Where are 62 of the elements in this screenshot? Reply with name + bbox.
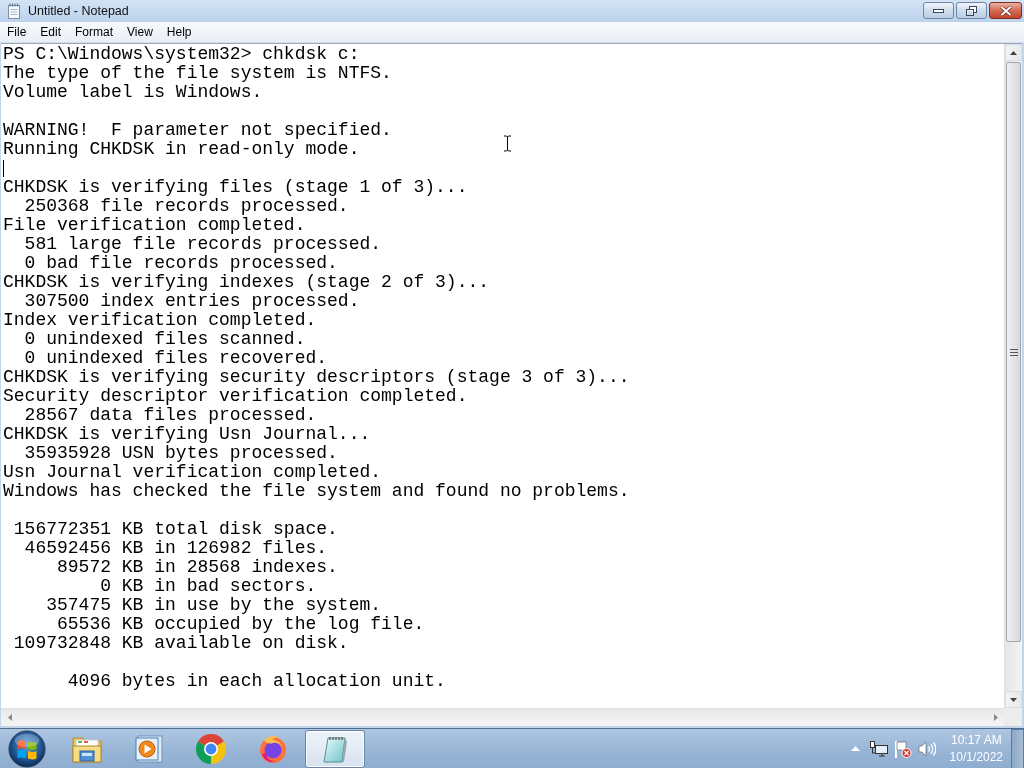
close-icon (999, 5, 1012, 16)
text-line: 65536 KB occupied by the log file. (56, 614, 425, 634)
speaker-icon[interactable] (917, 740, 936, 757)
text-line: CHKDSK is verifying indexes (stage 2 of 3)... (3, 272, 490, 292)
text-line: The type of the file system is NTFS. (3, 63, 392, 83)
text-line: Running CHKDSK in read-only mode. (3, 139, 360, 159)
scroll-down-button[interactable] (1005, 691, 1022, 708)
text-line: 581 large file records processed. (23, 234, 382, 254)
triangle-left-icon (7, 714, 12, 721)
network-monitor-icon[interactable] (869, 740, 888, 757)
minimize-icon (933, 8, 944, 13)
triangle-up-icon (1010, 50, 1017, 55)
menu-item[interactable]: Format (68, 23, 121, 41)
triangle-down-icon (1010, 697, 1017, 702)
text-line: Volume label is Windows. (3, 82, 263, 102)
text-line: CHKDSK is verifying Usn Journal... (3, 424, 371, 444)
window-title: Untitled - Notepad (28, 4, 129, 18)
text-line: CHKDSK is verifying security descriptors (stage 3 of 3)... (3, 367, 630, 387)
segmented-circle-icon (196, 733, 226, 764)
flag-orb-icon (8, 729, 46, 768)
menu-item[interactable]: Edit (33, 23, 69, 41)
text-line: Security descriptor verification completed. (3, 386, 468, 406)
menu-item[interactable]: View (120, 23, 160, 41)
text-line: 0 unindexed files recovered. (23, 348, 328, 368)
text-line: Windows has checked the file system and found no problems. (3, 481, 630, 501)
text-line: CHKDSK is verifying files (stage 1 of 3)... (3, 177, 468, 197)
play-icon (135, 734, 163, 763)
triangle-up-icon (851, 746, 861, 751)
text-line: 109732848 KB available on disk. (12, 633, 349, 653)
text-line: Usn Journal verification completed. (3, 462, 382, 482)
restore-icon (966, 5, 977, 16)
text-line: 0 bad file records processed. (23, 253, 338, 273)
text-line: 307500 index entries processed. (23, 291, 360, 311)
text-line: 46592456 KB in 126982 files. (23, 538, 328, 558)
text-line: 35935928 USN bytes processed. (23, 443, 338, 463)
text-line: 0 KB in bad sectors. (99, 576, 317, 596)
text-line: 357475 KB in use by the system. (45, 595, 382, 615)
text-line: 28567 data files processed. (23, 405, 317, 425)
menu-item[interactable]: File (0, 23, 34, 41)
text-line: 156772351 KB total disk space. (12, 519, 338, 539)
scrollbar-thumb[interactable] (1006, 62, 1021, 642)
menu-item[interactable]: Help (159, 23, 199, 41)
text-line: PS C:\Windows\system32> chkdsk c: (3, 44, 360, 64)
flag-error-icon[interactable] (893, 739, 912, 758)
scroll-up-button[interactable] (1005, 44, 1022, 61)
text-line: File verification completed. (3, 215, 306, 235)
text-line: 89572 KB in 28568 indexes. (56, 557, 338, 577)
text-line: 0 unindexed files scanned. (23, 329, 306, 349)
fox-globe-icon (258, 733, 288, 764)
text-line: 4096 bytes in each allocation unit. (66, 671, 446, 691)
text-line: 250368 file records processed. (23, 196, 349, 216)
ibeam-pointer-icon (503, 135, 512, 152)
taskbar-button[interactable] (305, 729, 365, 768)
minimize-button[interactable] (923, 2, 954, 19)
close-button[interactable] (989, 2, 1022, 19)
notepad-icon (6, 3, 22, 19)
triangle-right-icon (993, 714, 998, 721)
text-line: Index verification completed. (3, 310, 317, 330)
grip-icon (1009, 348, 1018, 356)
restore-button[interactable] (956, 2, 987, 19)
show-desktop-button[interactable] (1011, 728, 1024, 768)
text-line: WARNING! F parameter not specified. (3, 120, 392, 140)
